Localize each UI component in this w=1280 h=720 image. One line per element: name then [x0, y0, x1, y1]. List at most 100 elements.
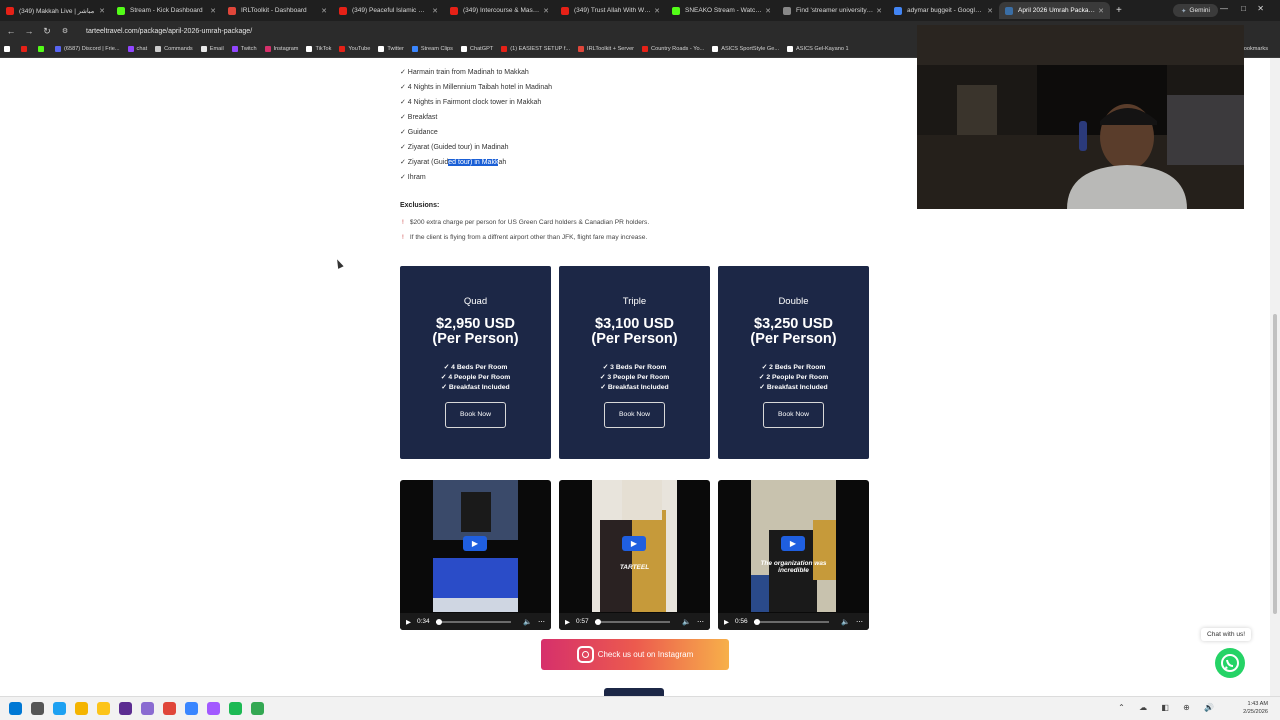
browser-tab[interactable]: (349) Peaceful Islamic Nashe ✕	[333, 2, 444, 19]
reload-icon[interactable]: ↻	[40, 26, 54, 37]
bookmark-item[interactable]: chat	[127, 46, 147, 52]
video-progress-knob[interactable]	[595, 618, 602, 625]
gemini-button[interactable]: ✦ Gemini	[1172, 4, 1218, 17]
video-progress-knob[interactable]	[754, 618, 761, 625]
video-player[interactable]: ▶ TARTEEL ▶ 0:57 🔈 ⋯	[559, 480, 710, 630]
tab-close-icon[interactable]: ✕	[876, 7, 882, 15]
bookmark-item[interactable]: (6587) Discord | Frie...	[55, 46, 120, 52]
more-options-icon[interactable]: ⋯	[538, 618, 545, 626]
taskbar-app-icon[interactable]	[75, 702, 88, 715]
tab-close-icon[interactable]: ✕	[987, 7, 993, 15]
new-tab-button[interactable]: +	[1116, 5, 1122, 16]
taskbar-app-icon[interactable]	[207, 702, 220, 715]
tab-close-icon[interactable]: ✕	[210, 7, 216, 15]
chat-label[interactable]: Chat with us!	[1201, 628, 1252, 641]
volume-icon[interactable]: 🔈	[523, 618, 532, 626]
video-progress-bar[interactable]	[753, 618, 830, 625]
taskbar-app-icon[interactable]	[229, 702, 242, 715]
maximize-icon[interactable]: □	[1241, 4, 1246, 13]
video-player[interactable]: ▶ ▶ 0:34 🔈 ⋯	[400, 480, 551, 630]
video-progress-knob[interactable]	[436, 618, 443, 625]
video-play-icon[interactable]: ▶	[463, 536, 487, 551]
browser-tab[interactable]: (349) Trust Allah With What ✕	[555, 2, 666, 19]
bookmark-label: Twitter	[387, 46, 404, 52]
taskbar-app-icon[interactable]	[9, 702, 22, 715]
bookmark-item[interactable]	[4, 46, 13, 52]
bookmark-item[interactable]: Email	[200, 46, 224, 52]
taskbar-app-icon[interactable]	[119, 702, 132, 715]
bookmark-item[interactable]: Country Roads - Yo...	[642, 46, 704, 52]
more-options-icon[interactable]: ⋯	[856, 618, 863, 626]
play-icon[interactable]: ▶	[724, 618, 729, 626]
system-tray[interactable]: ⌃ ☁ ◧ ⊕ 🔊	[1118, 703, 1220, 712]
page-scrollbar[interactable]	[1270, 58, 1280, 696]
site-info-icon[interactable]: ⚙	[58, 27, 72, 35]
bookmark-item[interactable]: YouTube	[339, 46, 370, 52]
bookmark-item[interactable]: Twitch	[231, 46, 257, 52]
bookmark-item[interactable]: Commands	[155, 46, 193, 52]
bookmark-item[interactable]: Stream Clips	[411, 46, 453, 52]
bookmark-item[interactable]: ChatGPT	[460, 46, 493, 52]
bookmark-item[interactable]: TikTok	[306, 46, 331, 52]
scrollbar-thumb[interactable]	[1273, 314, 1277, 614]
close-window-icon[interactable]: ✕	[1257, 4, 1264, 13]
taskbar-app-icon[interactable]	[141, 702, 154, 715]
browser-tab[interactable]: SNEAKO Stream - Watch Live✕	[666, 2, 777, 19]
browser-tab[interactable]: (349) Intercourse & Masturb ✕	[444, 2, 555, 19]
back-icon[interactable]: ←	[4, 26, 18, 36]
tab-close-icon[interactable]: ✕	[432, 7, 438, 15]
taskbar-clock[interactable]: 1:43 AM 2/25/2026	[1243, 700, 1268, 716]
browser-tab[interactable]: April 2026 Umrah Package ✕	[999, 2, 1110, 19]
minimize-icon[interactable]: —	[1220, 4, 1228, 13]
exclusion-item: ! $200 extra charge per person for US Gre…	[402, 215, 649, 230]
instagram-button[interactable]: Check us out on Instagram	[541, 639, 729, 670]
taskbar-app-icon[interactable]	[251, 702, 264, 715]
url-field[interactable]: tarteeltravel.com/package/april-2026-umr…	[86, 28, 252, 35]
video-player[interactable]: ▶ The organization was incredible ▶ 0:56 🔈 ⋯	[718, 480, 869, 630]
video-progress-bar[interactable]	[435, 618, 512, 625]
volume-icon[interactable]: 🔈	[841, 618, 850, 626]
video-progress-bar[interactable]	[594, 618, 671, 625]
browser-tab[interactable]: adymar buggeit - Google Se ✕	[888, 2, 999, 19]
tab-close-icon[interactable]: ✕	[765, 7, 771, 15]
instagram-label: Check us out on Instagram	[597, 650, 694, 659]
browser-tab[interactable]: Find 'streamer university jor ✕	[777, 2, 888, 19]
bookmark-item[interactable]	[21, 46, 30, 52]
bookmark-label: Commands	[164, 46, 193, 52]
bookmark-item[interactable]: IRLToolkit + Server	[578, 46, 634, 52]
taskbar-app-icon[interactable]	[185, 702, 198, 715]
more-options-icon[interactable]: ⋯	[697, 618, 704, 626]
taskbar-app-icon[interactable]	[53, 702, 66, 715]
browser-tab[interactable]: IRLToolkit - Dashboard ✕	[222, 2, 333, 19]
whatsapp-icon[interactable]	[1215, 648, 1245, 678]
bookmark-item[interactable]: Twitter	[378, 46, 404, 52]
bookmark-item[interactable]: ASICS SportStyle Ge...	[712, 46, 779, 52]
tab-favicon-icon	[339, 6, 347, 15]
video-play-icon[interactable]: ▶	[622, 536, 646, 551]
forward-icon[interactable]: →	[22, 26, 36, 36]
tab-close-icon[interactable]: ✕	[654, 7, 660, 15]
video-play-icon[interactable]: ▶	[781, 536, 805, 551]
play-icon[interactable]: ▶	[406, 618, 411, 626]
bookmark-item[interactable]: (1) EASIEST SETUP f...	[501, 46, 570, 52]
bookmark-item[interactable]: Instagram	[264, 46, 298, 52]
bookmark-label: (6587) Discord | Frie...	[64, 46, 120, 52]
book-now-button[interactable]: Book Now	[445, 402, 506, 428]
bookmark-item[interactable]: ASICS Gel-Kayano 1	[787, 46, 849, 52]
tab-close-icon[interactable]: ✕	[543, 7, 549, 15]
tab-close-icon[interactable]: ✕	[321, 7, 327, 15]
play-icon[interactable]: ▶	[565, 618, 570, 626]
browser-tab[interactable]: Stream - Kick Dashboard ✕	[111, 2, 222, 19]
tab-close-icon[interactable]: ✕	[99, 7, 105, 15]
taskbar-app-icon[interactable]	[163, 702, 176, 715]
taskbar-app-icon[interactable]	[97, 702, 110, 715]
bookmark-item[interactable]	[38, 46, 47, 52]
book-now-button[interactable]: Book Now	[604, 402, 665, 428]
browser-tab[interactable]: (349) Makkah Live | مباشر ✕	[0, 2, 111, 19]
package-features: ✓ 3 Beds Per Room ✓ 3 People Per Room ✓ Br…	[559, 363, 710, 393]
book-now-button[interactable]: Book Now	[763, 402, 824, 428]
tab-close-icon[interactable]: ✕	[1098, 7, 1104, 15]
volume-icon[interactable]: 🔈	[682, 618, 691, 626]
all-bookmarks-button[interactable]: Bookmarks	[1240, 46, 1268, 52]
taskbar-app-icon[interactable]	[31, 702, 44, 715]
